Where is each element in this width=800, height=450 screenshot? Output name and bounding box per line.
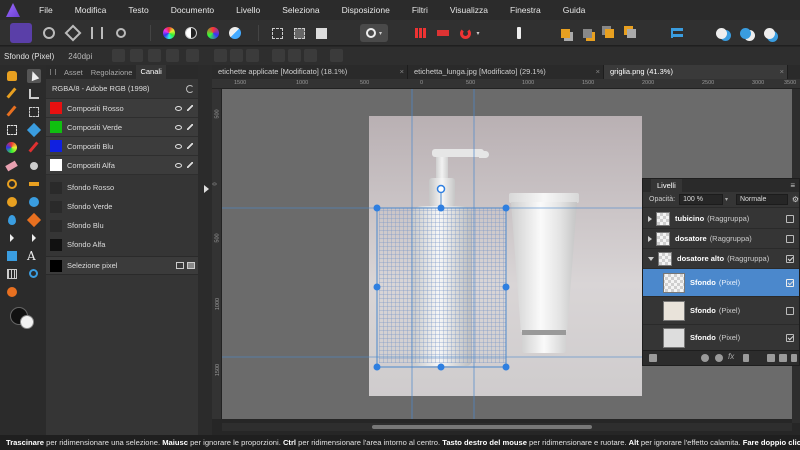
layer-type: (Raggruppa) [707,214,750,223]
layer-row[interactable]: dosatore (Raggruppa) [643,229,799,249]
resize-handle[interactable] [437,363,445,371]
status-text: per ridimensionare l'area intorno al cen… [296,438,443,447]
add-layer-icon[interactable] [779,354,787,362]
layers-stack-icon[interactable] [649,354,657,362]
opacity-field[interactable]: 100 % [679,194,723,205]
resize-handle[interactable] [373,204,381,212]
resize-handle[interactable] [502,283,510,291]
opacity-label: Opacità: [649,196,676,203]
expand-icon[interactable] [648,235,652,242]
status-text: per ignorare le proporzioni. [187,438,283,447]
layer-row[interactable]: Sfondo (Pixel) [643,297,799,325]
fx-icon[interactable]: fx [728,352,734,361]
layer-thumbnail [656,211,670,226]
status-key: Trascinare [6,438,44,447]
layer-name: tubicino [675,214,705,223]
layers-panel: Livelli ≡ Opacità: 100 % ▾ Normale ⚙ tub… [642,178,800,366]
chevron-down-icon[interactable]: ▾ [725,196,728,203]
expand-icon[interactable] [648,215,652,222]
layer-row[interactable]: Sfondo (Pixel) [643,325,799,351]
layer-row-selected[interactable]: Sfondo (Pixel) [643,269,799,297]
layer-name: dosatore alto [677,254,725,263]
status-key: Maiusc [162,438,188,447]
visibility-checkbox[interactable] [786,333,794,342]
visibility-checkbox[interactable] [786,306,794,315]
layer-thumbnail [663,300,685,321]
rotation-handle[interactable] [436,184,446,194]
mask-layer-icon[interactable] [701,354,709,362]
status-key: Tasto destro del mouse [442,438,527,447]
status-key: Ctrl [282,438,297,447]
horizontal-scrollbar[interactable] [222,423,792,431]
layer-options: Opacità: 100 % ▾ Normale ⚙ [643,192,799,208]
layer-thumbnail [663,327,685,348]
visibility-checkbox[interactable] [786,214,794,223]
gear-icon[interactable]: ⚙ [792,195,799,204]
layer-name: dosatore [675,234,707,243]
status-key: Fare doppio clic [742,438,800,447]
layer-type: (Pixel) [718,278,741,287]
layer-name: Sfondo [690,333,716,342]
layer-type: (Pixel) [718,333,741,342]
delete-icon[interactable] [791,354,797,362]
layer-thumbnail [656,231,670,246]
status-key: Alt [628,438,639,447]
visibility-checkbox[interactable] [786,254,794,263]
resize-handle[interactable] [437,204,445,212]
resize-handle[interactable] [373,363,381,371]
layer-type: (Raggruppa) [727,254,770,263]
layer-name: Sfondo [690,306,716,315]
blend-mode-select[interactable]: Normale [735,194,788,205]
adjustment-icon[interactable] [715,354,723,362]
live-filter-icon[interactable] [743,354,749,362]
layer-name: Sfondo [690,278,716,287]
layer-thumbnail [663,272,685,293]
layers-footer: fx [643,350,799,365]
layer-row[interactable]: tubicino (Raggruppa) [643,209,799,229]
tab-livelli[interactable]: Livelli [651,179,682,192]
visibility-checkbox[interactable] [786,278,794,287]
resize-handle[interactable] [502,363,510,371]
visibility-checkbox[interactable] [786,234,794,243]
resize-handle[interactable] [373,283,381,291]
status-text: per ridimensionare una selezione. [44,438,163,447]
layer-type: (Raggruppa) [709,234,752,243]
resize-handle[interactable] [502,204,510,212]
group-icon[interactable] [767,354,775,362]
layer-type: (Pixel) [718,306,741,315]
status-text: per ridimensionare e ruotare. [526,438,629,447]
collapse-icon[interactable] [648,256,654,261]
scrollbar-thumb[interactable] [372,425,592,429]
panel-menu-icon[interactable]: ≡ [790,181,795,190]
status-text: per ignorare l'effetto calamita. [638,438,743,447]
layer-thumbnail [658,251,672,266]
status-bar: Trascinare per ridimensionare una selezi… [0,435,800,450]
layer-row[interactable]: dosatore alto (Raggruppa) [643,249,799,269]
layers-title-bar: Livelli ≡ [643,179,799,192]
